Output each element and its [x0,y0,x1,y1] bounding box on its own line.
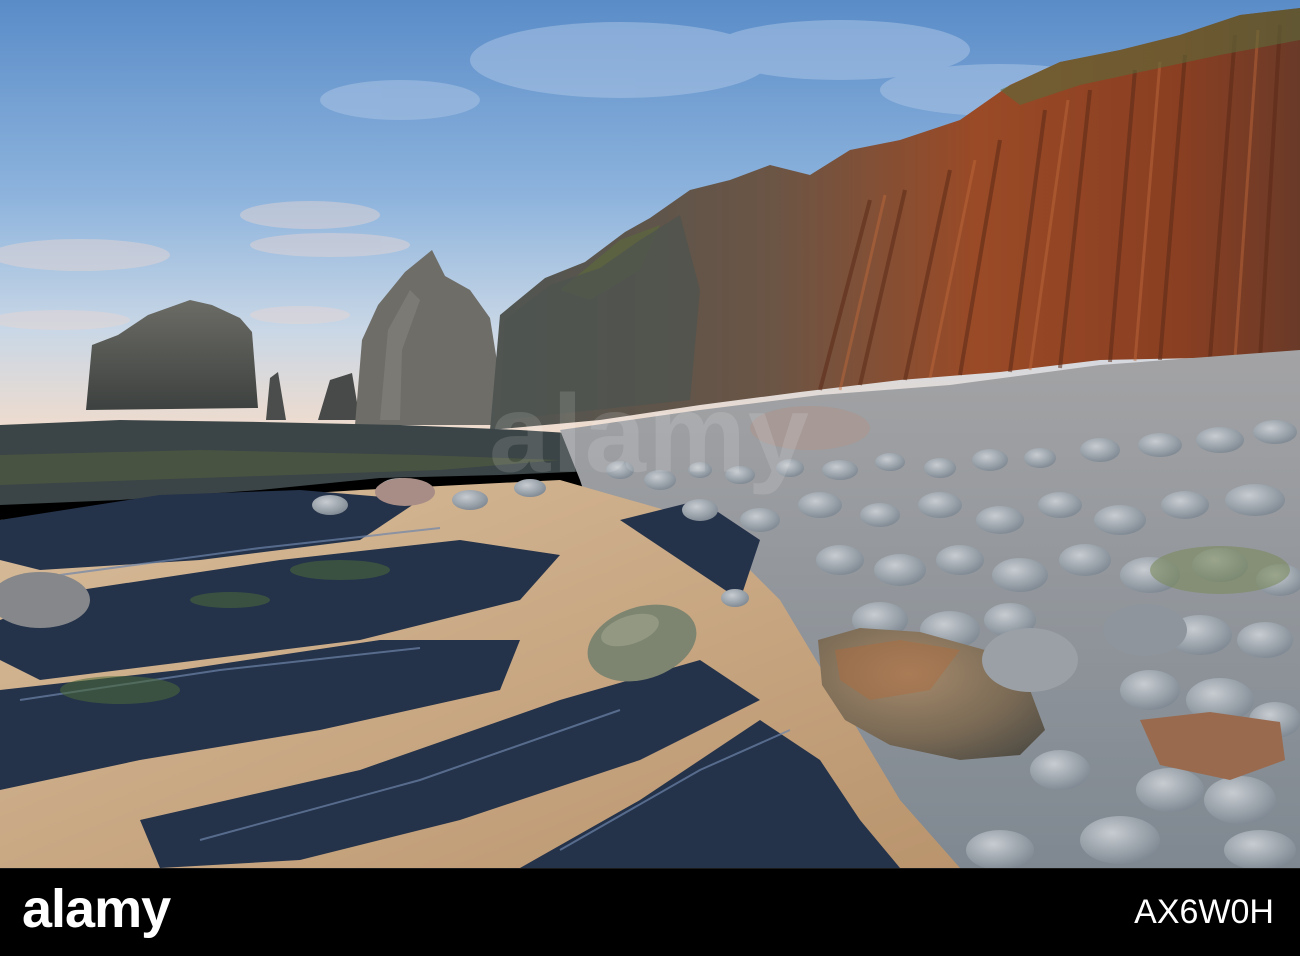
footer-bar: alamy AX6W0H [0,868,1300,956]
image-id: AX6W0H [1134,893,1274,931]
alamy-logo[interactable]: alamy [22,882,171,936]
stock-photo-page: alamy alamy AX6W0H [0,0,1300,956]
landscape-photo [0,0,1300,868]
footer-divider [0,868,1300,869]
